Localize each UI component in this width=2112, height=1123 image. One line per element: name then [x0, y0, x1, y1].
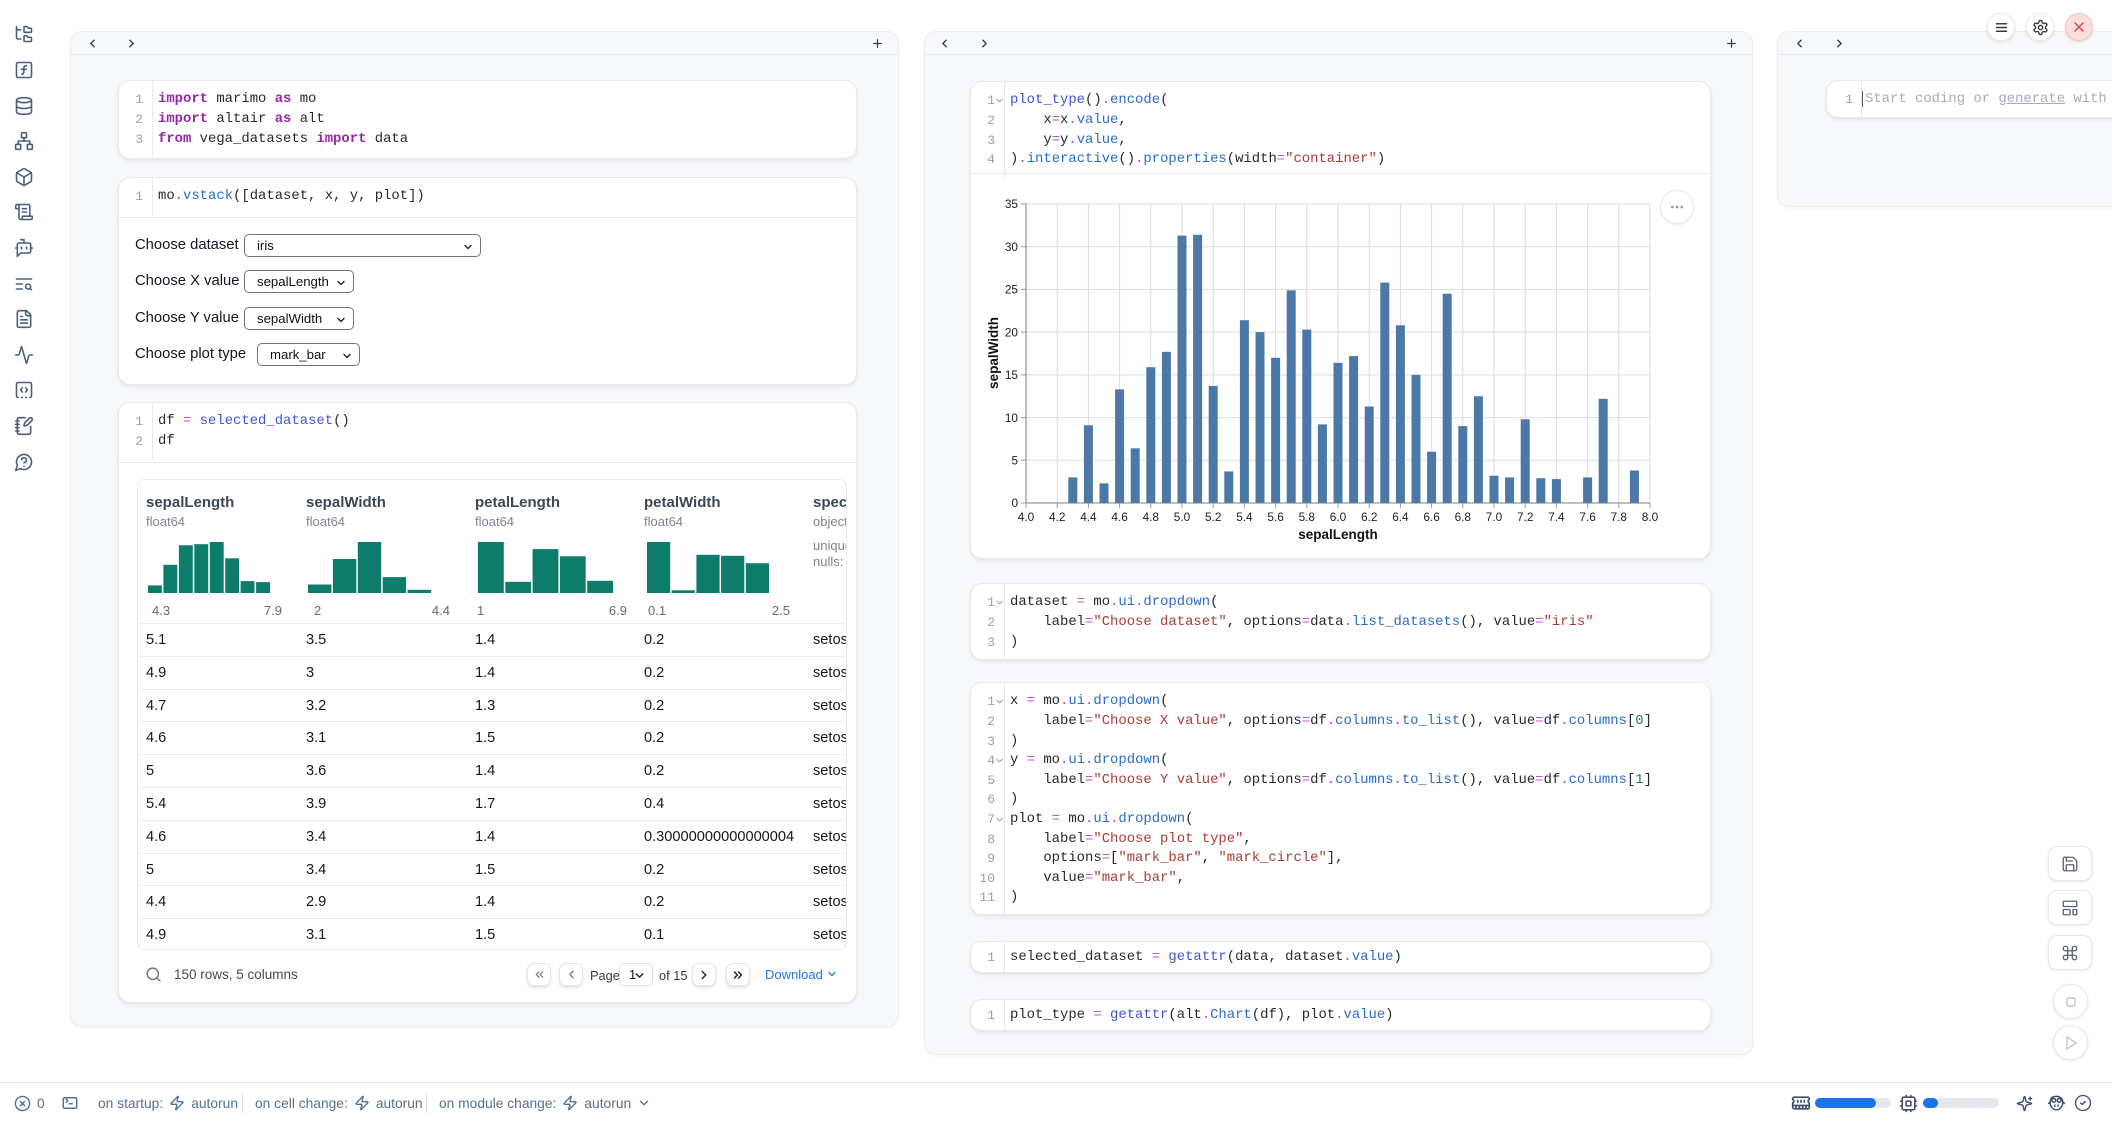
svg-text:7.4: 7.4	[1548, 510, 1565, 524]
svg-text:sepalWidth: sepalWidth	[986, 317, 1001, 389]
svg-text:5.0: 5.0	[1174, 510, 1191, 524]
svg-text:6.6: 6.6	[1423, 510, 1440, 524]
svg-text:20: 20	[1005, 325, 1019, 339]
svg-text:6.4: 6.4	[1392, 510, 1409, 524]
svg-text:30: 30	[1005, 240, 1019, 254]
svg-text:5.4: 5.4	[1236, 510, 1253, 524]
svg-text:5.6: 5.6	[1267, 510, 1284, 524]
svg-text:5.8: 5.8	[1299, 510, 1316, 524]
svg-text:7.6: 7.6	[1579, 510, 1596, 524]
svg-text:4.8: 4.8	[1143, 510, 1160, 524]
svg-text:6.2: 6.2	[1361, 510, 1377, 524]
svg-text:0: 0	[1011, 496, 1018, 510]
svg-text:7.0: 7.0	[1486, 510, 1503, 524]
svg-text:5.2: 5.2	[1205, 510, 1221, 524]
svg-text:8.0: 8.0	[1642, 510, 1659, 524]
svg-text:15: 15	[1005, 368, 1019, 382]
svg-text:7.2: 7.2	[1517, 510, 1533, 524]
svg-text:4.2: 4.2	[1049, 510, 1065, 524]
svg-text:5: 5	[1011, 454, 1018, 468]
svg-text:6.0: 6.0	[1330, 510, 1347, 524]
svg-text:4.0: 4.0	[1018, 510, 1035, 524]
svg-text:25: 25	[1005, 283, 1019, 297]
svg-text:sepalLength: sepalLength	[1298, 527, 1378, 542]
svg-text:7.8: 7.8	[1611, 510, 1628, 524]
svg-text:10: 10	[1005, 411, 1019, 425]
svg-text:6.8: 6.8	[1455, 510, 1472, 524]
svg-text:4.6: 4.6	[1111, 510, 1128, 524]
svg-text:35: 35	[1005, 197, 1019, 211]
svg-text:4.4: 4.4	[1080, 510, 1097, 524]
